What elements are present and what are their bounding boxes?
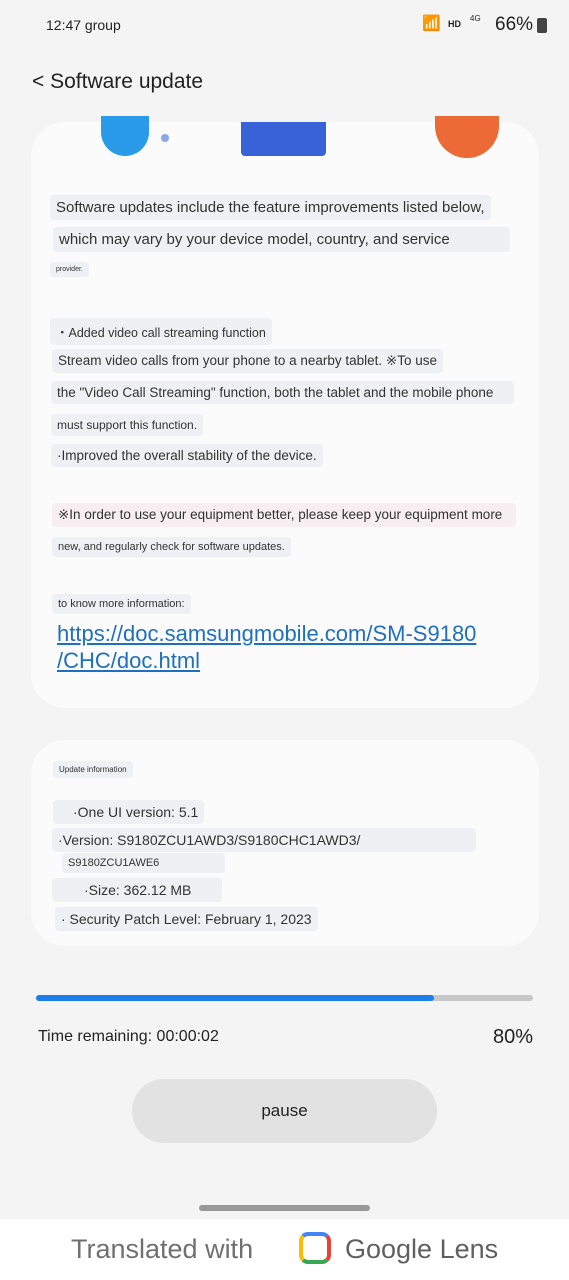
chat-app-icon — [101, 116, 149, 156]
link-line-1: https://doc.samsungmobile.com/SM-S9180 — [57, 621, 477, 646]
wifi-icon: 📶 — [422, 15, 441, 32]
hd-indicator: HD — [448, 19, 461, 29]
status-time: 12:47 group — [46, 17, 121, 33]
update-info-title: Update information — [53, 761, 133, 778]
intro-line-2: which may vary by your device model, cou… — [53, 227, 510, 252]
progress-fill — [36, 995, 434, 1001]
feature-heading: ・Added video call streaming function — [50, 318, 272, 345]
google-lens-brand: Google Lens — [345, 1234, 499, 1264]
time-remaining: Time remaining: 00:00:02 — [38, 1028, 219, 1045]
security-patch: · Security Patch Level: February 1, 2023 — [55, 907, 318, 931]
advice-line-1: ※In order to use your equipment better, … — [52, 503, 516, 527]
more-info-label: to know more information: — [52, 594, 191, 614]
documentation-link[interactable]: https://doc.samsungmobile.com/SM-S9180 /… — [57, 620, 476, 674]
page-title: Software update — [50, 70, 204, 93]
translated-with-text: Translated with — [71, 1234, 254, 1264]
advice-line-2: new, and regularly check for software up… — [52, 537, 291, 557]
progress-percent: 80% — [493, 1026, 534, 1048]
update-size: ·Size: 362.12 MB — [52, 878, 222, 902]
pause-label: pause — [261, 1101, 308, 1120]
link-line-2: /CHC/doc.html — [57, 648, 201, 673]
feature-line-4: ·Improved the overall stability of the d… — [51, 444, 323, 467]
feature-line-2: the "Video Call Streaming" function, bot… — [51, 381, 514, 404]
signal-icon: 4G — [470, 14, 481, 23]
intro-line-3: provider. — [50, 262, 89, 277]
feature-line-1: Stream video calls from your phone to a … — [52, 349, 444, 373]
home-indicator[interactable] — [199, 1205, 370, 1211]
feature-line-3: must support this function. — [51, 414, 204, 436]
intro-line-1: Software updates include the feature imp… — [50, 195, 491, 220]
back-button[interactable]: < Software update — [32, 70, 203, 94]
build-version-cont: S9180ZCU1AWE6 — [62, 853, 225, 873]
status-bar: 12:47 group 📶 HD 4G 66% — [0, 0, 569, 50]
pause-button[interactable]: pause — [132, 1079, 437, 1143]
google-lens-icon — [299, 1232, 331, 1264]
illustration — [241, 122, 326, 156]
lens-footer: Translated with Google Lens — [0, 1219, 569, 1280]
progress-bar — [36, 995, 533, 1001]
flower-app-icon — [435, 116, 499, 158]
battery-icon — [537, 18, 547, 33]
one-ui-version: ·One UI version: 5.1 — [53, 800, 205, 824]
battery-percent: 66% — [495, 14, 534, 35]
build-version: ·Version: S9180ZCU1AWD3/S9180CHC1AWD3/ — [52, 828, 476, 852]
back-icon: < — [32, 70, 45, 93]
